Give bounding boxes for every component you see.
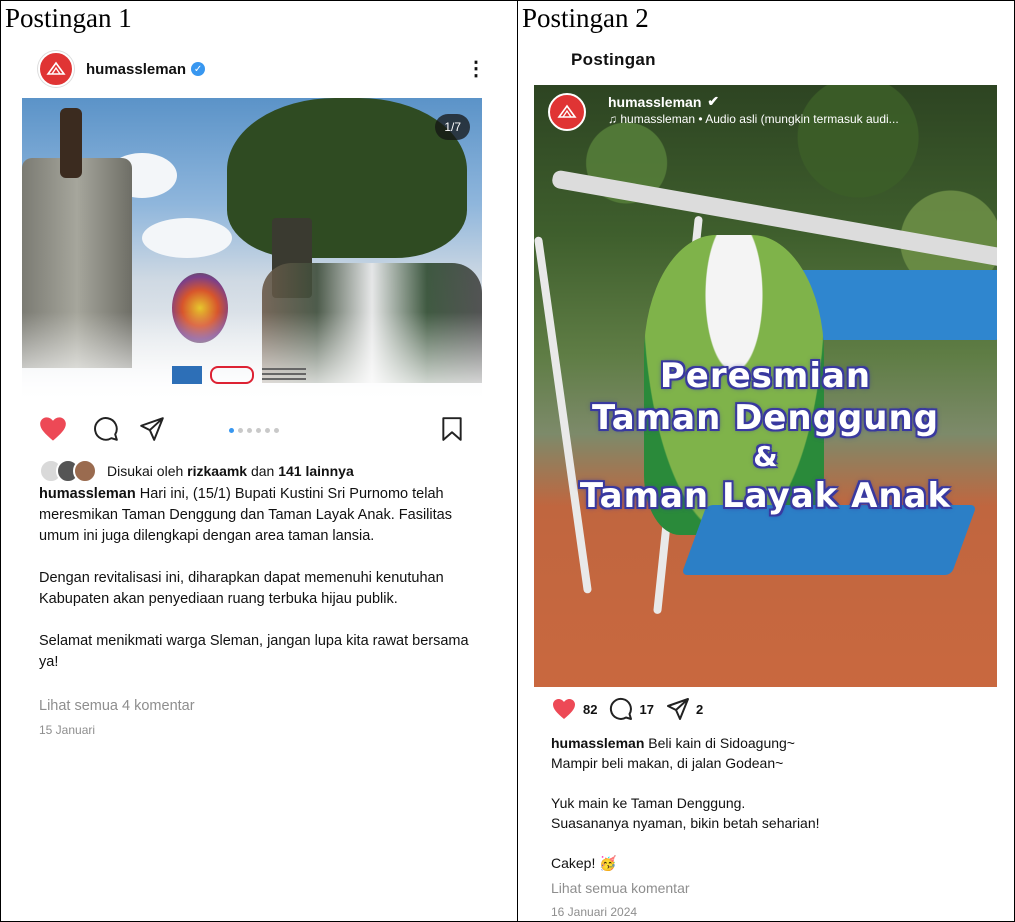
post-caption: humassleman Hari ini, (15/1) Bupati Kust…: [39, 484, 489, 694]
comment-icon[interactable]: [93, 416, 119, 442]
sleman-logo-icon: [46, 61, 66, 75]
carousel-dot: [256, 428, 261, 433]
like-count: 82: [583, 701, 598, 717]
post-actions: [39, 416, 463, 446]
post-image[interactable]: 1/7: [22, 98, 482, 402]
section-label: Postingan: [571, 50, 656, 69]
image-counter: 1/7: [435, 114, 470, 140]
bookmark-icon[interactable]: [441, 416, 463, 442]
liked-by-others[interactable]: 141 lainnya: [278, 463, 354, 479]
reel-caption: humassleman Beli kain di Sidoagung~ Mamp…: [551, 733, 971, 873]
comment-count: 17: [639, 701, 654, 717]
caption-line-2: Mampir beli makan, di jalan Godean~: [551, 755, 784, 771]
carousel-dot: [265, 428, 270, 433]
overlay-line-4: Taman Layak Anak: [579, 476, 952, 516]
caption-line-4: Suasananya nyaman, bikin betah seharian!: [551, 815, 820, 831]
carousel-dot: [238, 428, 243, 433]
share-icon[interactable]: [139, 416, 165, 442]
verified-badge-icon: ✓: [191, 62, 206, 76]
verified-badge-icon: ✔: [707, 93, 720, 109]
carousel-dot: [274, 428, 279, 433]
post-2-title: Postingan 2: [522, 3, 649, 33]
sleman-logo-icon: [557, 104, 577, 118]
liked-by-user[interactable]: rizkaamk: [187, 463, 247, 479]
liked-by-connector: dan: [250, 463, 275, 479]
heart-icon[interactable]: [39, 416, 67, 442]
heart-icon[interactable]: [551, 698, 577, 720]
overlay-line-2: Taman Denggung: [591, 398, 940, 438]
share-count: 2: [695, 701, 704, 717]
comment-icon[interactable]: [609, 697, 633, 721]
post-date: 16 Januari 2024: [551, 905, 638, 919]
caption-line-1: Beli kain di Sidoagung~: [648, 735, 795, 751]
username[interactable]: humassleman: [86, 61, 186, 78]
profile-avatar[interactable]: [548, 93, 586, 131]
post-1-title: Postingan 1: [5, 3, 132, 33]
post-date: 15 Januari: [39, 723, 96, 737]
carousel-indicator: [229, 428, 279, 433]
reel-actions: 82 17 2: [551, 697, 715, 721]
post-1-cell: Postingan 1 humassleman ✓ ⋮ 1/7 Disukai …: [1, 1, 518, 921]
sponsor-logos: [172, 366, 306, 384]
reel-video[interactable]: Peresmian Taman Denggung & Taman Layak A…: [534, 85, 997, 687]
liker-avatars: [39, 459, 97, 483]
carousel-dot: [247, 428, 252, 433]
music-note-icon: ♫: [608, 112, 617, 126]
caption-line-5: Cakep! 🥳: [551, 855, 617, 871]
caption-paragraph-2: Dengan revitalisasi ini, diharapkan dapa…: [39, 570, 444, 607]
view-comments-link[interactable]: Lihat semua 4 komentar: [39, 698, 195, 714]
caption-line-3: Yuk main ke Taman Denggung.: [551, 795, 746, 811]
liked-by-prefix: Disukai oleh: [107, 463, 184, 479]
caption-username[interactable]: humassleman: [551, 735, 644, 751]
view-comments-link[interactable]: Lihat semua komentar: [551, 880, 690, 896]
overlay-line-3: &: [753, 440, 778, 473]
reel-title-overlay: Peresmian Taman Denggung & Taman Layak A…: [534, 355, 997, 517]
carousel-dot: [229, 428, 234, 433]
likes-line: Disukai oleh rizkaamk dan 141 lainnya: [39, 459, 509, 483]
reel-header: humassleman ✔ ♫ humassleman • Audio asli …: [548, 93, 899, 131]
profile-avatar[interactable]: [38, 51, 74, 87]
post-header: humassleman ✓ ⋮: [38, 51, 486, 87]
username[interactable]: humassleman: [608, 94, 701, 110]
caption-paragraph-3: Selamat menikmati warga Sleman, jangan l…: [39, 633, 469, 670]
audio-label[interactable]: humassleman • Audio asli (mungkin termas…: [620, 112, 898, 126]
share-icon[interactable]: [666, 697, 690, 721]
caption-username[interactable]: humassleman: [39, 486, 136, 502]
more-options-icon[interactable]: ⋮: [466, 59, 486, 79]
overlay-line-1: Peresmian: [659, 356, 872, 396]
